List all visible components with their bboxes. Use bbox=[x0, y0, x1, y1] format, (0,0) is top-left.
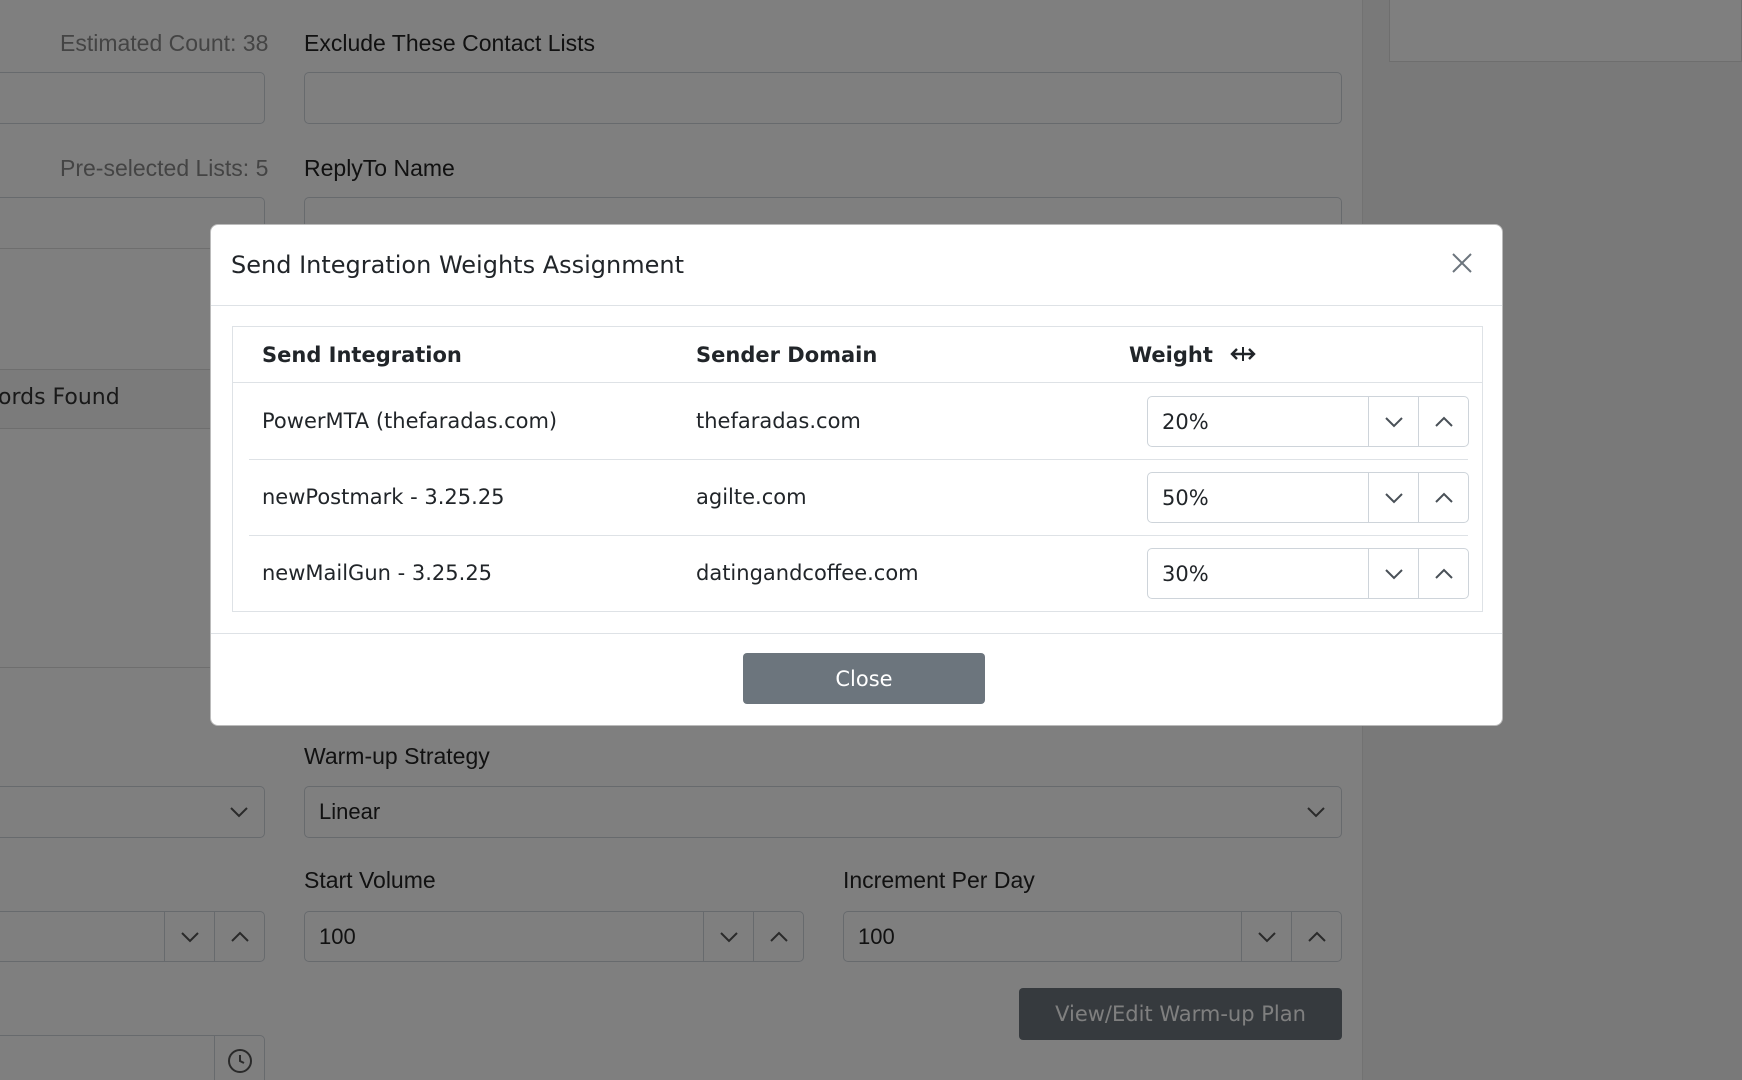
weight-stepper[interactable]: 30% bbox=[1147, 548, 1469, 599]
resize-horizontal-icon[interactable] bbox=[1230, 344, 1256, 368]
table-row: newPostmark - 3.25.25 agilte.com 50% bbox=[249, 460, 1469, 536]
decrement-button[interactable] bbox=[1368, 473, 1418, 522]
integration-cell: newMailGun - 3.25.25 bbox=[262, 561, 493, 585]
domain-cell: agilte.com bbox=[696, 485, 807, 509]
modal-title: Send Integration Weights Assignment bbox=[231, 251, 684, 279]
integration-cell: newPostmark - 3.25.25 bbox=[262, 485, 505, 509]
chevron-up-icon bbox=[1434, 416, 1453, 427]
weight-value[interactable]: 30% bbox=[1148, 549, 1368, 598]
weight-header-label: Weight bbox=[1129, 343, 1213, 367]
chevron-down-icon bbox=[1384, 568, 1403, 579]
page: Estimated Count: 38 Exclude These Contac… bbox=[0, 0, 1742, 1080]
weight-value[interactable]: 50% bbox=[1148, 473, 1368, 522]
column-header-domain: Sender Domain bbox=[696, 343, 878, 367]
increment-button[interactable] bbox=[1418, 549, 1468, 598]
decrement-button[interactable] bbox=[1368, 549, 1418, 598]
chevron-down-icon bbox=[1384, 492, 1403, 503]
increment-button[interactable] bbox=[1418, 473, 1468, 522]
domain-cell: datingandcoffee.com bbox=[696, 561, 919, 585]
weights-table: Send Integration Sender Domain Weight Po… bbox=[232, 326, 1483, 612]
integration-cell: PowerMTA (thefaradas.com) bbox=[262, 409, 558, 433]
weights-modal: Send Integration Weights Assignment Send… bbox=[210, 224, 1503, 726]
decrement-button[interactable] bbox=[1368, 397, 1418, 446]
table-row: newMailGun - 3.25.25 datingandcoffee.com… bbox=[249, 536, 1469, 612]
chevron-down-icon bbox=[1384, 416, 1403, 427]
weight-stepper[interactable]: 20% bbox=[1147, 396, 1469, 447]
chevron-up-icon bbox=[1434, 568, 1453, 579]
table-header: Send Integration Sender Domain Weight bbox=[233, 327, 1482, 383]
column-header-integration: Send Integration bbox=[262, 343, 462, 367]
weight-value[interactable]: 20% bbox=[1148, 397, 1368, 446]
increment-button[interactable] bbox=[1418, 397, 1468, 446]
close-icon[interactable] bbox=[1446, 247, 1478, 279]
column-header-weight: Weight bbox=[1129, 343, 1256, 368]
modal-header: Send Integration Weights Assignment bbox=[211, 225, 1502, 306]
domain-cell: thefaradas.com bbox=[696, 409, 861, 433]
weight-stepper[interactable]: 50% bbox=[1147, 472, 1469, 523]
close-button[interactable]: Close bbox=[743, 653, 985, 704]
modal-footer: Close bbox=[211, 633, 1502, 727]
chevron-up-icon bbox=[1434, 492, 1453, 503]
table-row: PowerMTA (thefaradas.com) thefaradas.com… bbox=[249, 384, 1469, 460]
